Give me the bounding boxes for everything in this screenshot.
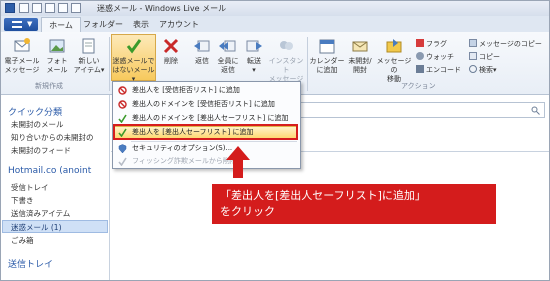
new-email-button[interactable]: 電子メール メッセージ	[4, 37, 40, 75]
group-label-action: アクション	[401, 82, 436, 90]
find-button[interactable]: 検索▾	[469, 65, 497, 75]
menu-item-block-domain[interactable]: 差出人のドメインを [受信拒否リスト] に追加	[114, 98, 299, 111]
move-message-button[interactable]: メッセージの 移動	[375, 37, 413, 84]
group-divider	[307, 37, 308, 91]
reply-icon[interactable]	[32, 3, 42, 13]
copy-message-icon	[469, 39, 477, 47]
copy-icon	[469, 52, 477, 60]
callout-line-1: 「差出人を[差出人セーフリスト]に追加」	[220, 189, 426, 202]
nav-sent-items[interactable]: 送信済みアイテム	[11, 208, 70, 219]
check-icon	[126, 39, 141, 54]
delete-icon	[163, 38, 179, 54]
copy-message-button[interactable]: メッセージのコピー	[469, 39, 542, 49]
photo-icon	[49, 39, 65, 53]
search-icon	[469, 65, 477, 73]
app-icon[interactable]	[5, 3, 15, 13]
forward-button[interactable]: 転送 ▾	[241, 37, 267, 75]
reply-arrow-icon	[194, 40, 210, 52]
nav-drafts[interactable]: 下書き	[11, 195, 34, 206]
callout-line-2: をクリック	[220, 205, 275, 218]
nav-unread-email[interactable]: 未開封のメール	[11, 119, 64, 130]
reply-all-icon[interactable]	[45, 3, 55, 13]
delete-button[interactable]: 削除	[159, 37, 183, 66]
check-icon	[118, 157, 127, 166]
instant-message-button[interactable]: インスタント メッセージ	[267, 37, 305, 84]
reply-all-button[interactable]: 全員に 返信	[215, 37, 241, 75]
check-icon	[118, 114, 127, 123]
reply-button[interactable]: 返信	[189, 37, 215, 66]
copy-button[interactable]: コピー	[469, 52, 500, 62]
tab-folder[interactable]: フォルダー	[83, 17, 123, 32]
tab-home[interactable]: ホーム	[41, 17, 81, 33]
search-input[interactable]	[299, 102, 545, 118]
not-junk-dropdown-menu: 差出人を [受信拒否リスト] に追加 差出人のドメインを [受信拒否リスト] に…	[112, 81, 301, 169]
search-icon	[531, 106, 540, 115]
tab-view[interactable]: 表示	[126, 17, 156, 32]
app-menu-button[interactable]: ▼	[4, 18, 38, 31]
calendar-icon	[319, 39, 335, 54]
new-item-icon	[82, 38, 95, 54]
watch-button[interactable]: ウォッチ	[416, 52, 454, 62]
block-icon	[118, 100, 127, 109]
add-to-calendar-button[interactable]: カレンダー に追加	[309, 37, 345, 75]
email-icon	[14, 38, 30, 52]
new-icon[interactable]	[19, 3, 29, 13]
forward-arrow-icon	[246, 40, 262, 52]
not-junk-button[interactable]: 迷惑メールで はないメール▾	[111, 37, 156, 84]
quick-views-header[interactable]: クイック分類	[8, 105, 62, 118]
new-item-button[interactable]: 新しい アイテム▾	[72, 37, 106, 75]
forward-icon[interactable]	[58, 3, 68, 13]
nav-deleted-items[interactable]: ごみ箱	[11, 235, 34, 246]
folder-move-icon	[386, 39, 402, 53]
menu-item-security-options[interactable]: セキュリティのオプション(S)...	[114, 142, 299, 155]
menu-item-remove-phishing[interactable]: フィッシング詐欺メールから削除	[114, 155, 299, 168]
instruction-callout: 「差出人を[差出人セーフリスト]に追加」 をクリック	[212, 184, 496, 224]
nav-unread-feeds[interactable]: 未開封のフィード	[11, 145, 71, 156]
group-divider	[109, 37, 110, 91]
encode-button[interactable]: エンコード	[416, 65, 461, 75]
outbox-header[interactable]: 送信トレイ	[8, 257, 53, 270]
encode-icon	[416, 65, 424, 73]
menu-icon	[12, 21, 22, 28]
reply-all-arrow-icon	[219, 40, 236, 52]
group-label-new: 新規作成	[35, 82, 63, 90]
envelope-icon	[352, 41, 368, 52]
unread-read-button[interactable]: 未開封/開封	[345, 37, 375, 75]
flag-icon	[416, 39, 424, 47]
security-shield-icon	[118, 144, 127, 153]
highlight-red-box	[113, 124, 298, 140]
watch-icon	[416, 52, 424, 60]
tab-account[interactable]: アカウント	[159, 17, 199, 32]
nav-unread-contacts[interactable]: 知り合いからの未開封の	[11, 132, 94, 143]
photo-email-button[interactable]: フォト メール	[42, 37, 72, 75]
instant-message-icon	[280, 41, 293, 50]
title-bar: 迷惑メール - Windows Live メール	[1, 1, 549, 16]
callout-arrow-up	[226, 146, 250, 178]
chevron-down-icon: ▼	[27, 20, 33, 28]
block-icon	[118, 86, 127, 95]
nav-inbox[interactable]: 受信トレイ	[11, 182, 49, 193]
account-header[interactable]: Hotmail.co (anoint	[8, 166, 91, 176]
window-title: 迷惑メール - Windows Live メール	[97, 4, 227, 13]
send-receive-icon[interactable]	[71, 3, 81, 13]
app-window: 迷惑メール - Windows Live メール ▼ ホーム フォルダー 表示 …	[0, 0, 550, 281]
flag-button[interactable]: フラグ	[416, 39, 447, 49]
nav-junk-email[interactable]: 迷惑メール (1)	[11, 222, 62, 233]
menu-item-block-sender[interactable]: 差出人を [受信拒否リスト] に追加	[114, 84, 299, 97]
